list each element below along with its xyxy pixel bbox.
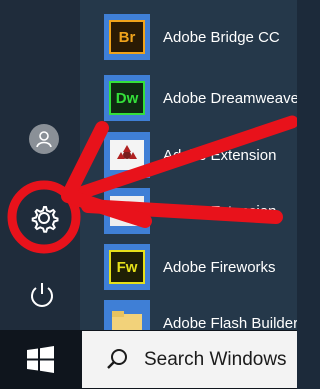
- adobe-extension-icon: [110, 196, 144, 226]
- app-item-label: Adobe Flash Builder: [163, 314, 297, 332]
- search-input[interactable]: Search Windows: [144, 349, 287, 371]
- start-button[interactable]: [0, 330, 80, 389]
- user-avatar-icon[interactable]: [29, 124, 59, 154]
- adobe-dreamweaver-icon: Dw: [109, 81, 145, 115]
- app-item-adobe-bridge[interactable]: Br Adobe Bridge CC: [100, 14, 297, 60]
- start-menu-screenshot: Br Adobe Bridge CC Dw Adobe Dreamweaver …: [0, 0, 297, 389]
- app-tile: [104, 188, 150, 234]
- windows-logo-icon: [27, 346, 54, 373]
- app-item-adobe-fireworks[interactable]: Fw Adobe Fireworks: [100, 244, 297, 290]
- app-tile: Dw: [104, 75, 150, 121]
- app-item-adobe-extension-1[interactable]: Adobe Extension: [100, 132, 297, 178]
- app-item-label: Adobe Fireworks: [163, 258, 276, 276]
- gear-icon[interactable]: [24, 198, 64, 238]
- adobe-extension-icon: [110, 140, 144, 170]
- power-icon[interactable]: [25, 278, 59, 312]
- app-tile: Fw: [104, 244, 150, 290]
- app-item-label: Adobe Extension: [163, 202, 277, 220]
- app-item-adobe-dreamweaver[interactable]: Dw Adobe Dreamweaver: [100, 75, 297, 121]
- app-item-label: Adobe Bridge CC: [163, 28, 280, 46]
- app-item-label: Adobe Dreamweaver: [163, 89, 297, 107]
- search-icon: [107, 348, 127, 369]
- app-tile: [104, 132, 150, 178]
- adobe-bridge-icon: Br: [109, 20, 145, 54]
- app-item-adobe-extension-2[interactable]: Adobe Extension: [100, 188, 297, 234]
- app-item-label: Adobe Extension: [163, 146, 277, 164]
- search-box[interactable]: Search Windows: [82, 331, 297, 388]
- adobe-fireworks-icon: Fw: [109, 250, 145, 284]
- app-tile: Br: [104, 14, 150, 60]
